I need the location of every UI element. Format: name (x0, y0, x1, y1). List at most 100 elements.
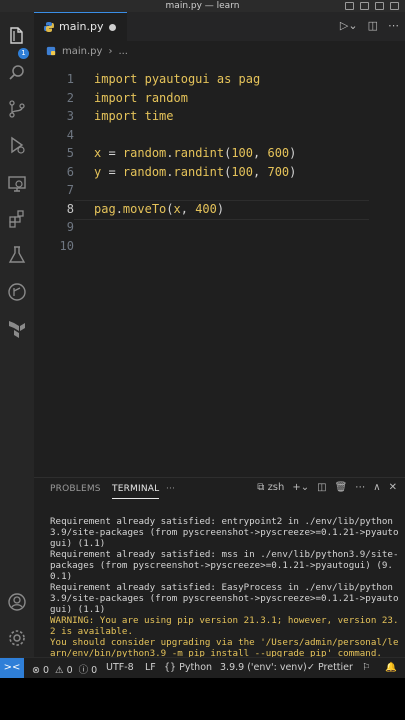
window-title: main.py — learn (165, 1, 240, 11)
check-double-icon: ✓ (307, 662, 315, 673)
python-file-icon (44, 22, 54, 32)
terminal-line: Requirement already satisfied: mss in ./… (50, 549, 399, 582)
activity-bar: 1 (0, 12, 34, 657)
line-text: x = random.randint(100, 600) (94, 146, 297, 160)
notifications-icon[interactable]: 🔔 (385, 662, 397, 673)
settings-gear-icon[interactable] (7, 628, 27, 648)
account-icon[interactable] (7, 592, 27, 612)
line-text: import pyautogui as pag (94, 72, 261, 86)
code-line[interactable]: 8 pag.moveTo(x, 400) (34, 200, 405, 219)
code-line[interactable]: 1 import pyautogui as pag (34, 70, 405, 89)
problems-status[interactable]: ⊗ 0 ⚠ 0 ⓘ 0 (32, 662, 97, 676)
shell-name: zsh (267, 482, 285, 493)
toggle-sidebar-icon[interactable] (345, 2, 354, 10)
line-number: 3 (66, 109, 74, 123)
vscode-window: main.py — learn 1 main.py ▷⌄ ◫ ⋯ main.py… (0, 0, 405, 677)
search-icon[interactable] (7, 63, 27, 83)
code-line[interactable]: 5 x = random.randint(100, 600) (34, 144, 405, 163)
run-python-file-icon[interactable]: ▷⌄ (340, 19, 358, 32)
line-number: 6 (66, 164, 74, 179)
editor-actions: ▷⌄ ◫ ⋯ (340, 19, 399, 32)
panel-tabs: PROBLEMS TERMINAL ··· ⧉ zsh +⌄ ◫ 🗑 ⋯ ∧ ✕ (34, 478, 405, 500)
line-number: 1 (66, 72, 74, 86)
terminal-line: Requirement already satisfied: entrypoin… (50, 516, 399, 549)
testing-icon[interactable] (7, 245, 27, 265)
warning-count: 0 (66, 665, 73, 676)
code-line[interactable]: 4 (34, 126, 405, 145)
extensions-icon[interactable] (7, 209, 27, 229)
info-icon: ⓘ (78, 665, 89, 676)
editor-tabs: main.py ▷⌄ ◫ ⋯ (34, 12, 405, 41)
tab-label: main.py (59, 20, 104, 33)
line-text: import time (94, 109, 174, 123)
line-number: 9 (66, 220, 74, 234)
line-number: 10 (59, 238, 74, 253)
code-line[interactable]: 7 (34, 181, 405, 200)
maximize-panel-icon[interactable]: ∧ (373, 482, 380, 493)
info-count: 0 (91, 665, 98, 676)
unsaved-dot-icon[interactable] (109, 24, 116, 31)
remote-indicator-icon[interactable]: >< (0, 658, 24, 678)
line-text: y = random.randint(100, 700) (94, 164, 297, 179)
line-number: 4 (66, 127, 74, 142)
terminal-line: WARNING: You are using pip version 21.3.… (50, 615, 399, 637)
tab-main-py[interactable]: main.py (34, 12, 127, 41)
prettier-label: Prettier (317, 662, 353, 673)
editor-area: main.py ▷⌄ ◫ ⋯ main.py › ... 1 import pya… (34, 12, 405, 477)
title-bar: main.py — learn (0, 0, 405, 12)
remote-explorer-icon[interactable] (7, 174, 27, 194)
bottom-panel: PROBLEMS TERMINAL ··· ⧉ zsh +⌄ ◫ 🗑 ⋯ ∧ ✕… (34, 477, 405, 677)
code-line[interactable]: 10 (34, 237, 405, 256)
split-terminal-icon[interactable]: ◫ (317, 482, 326, 493)
line-text: import random (94, 90, 188, 105)
code-line[interactable]: 6 y = random.randint(100, 700) (34, 163, 405, 182)
terminal-shell-icon[interactable]: ⧉ zsh (257, 482, 284, 493)
python-file-icon (46, 46, 56, 56)
tab-more[interactable]: ··· (166, 484, 175, 494)
language-status[interactable]: {} Python (164, 662, 212, 673)
code-line[interactable]: 2 import random (34, 89, 405, 108)
toggle-panel-icon[interactable] (360, 2, 369, 10)
terraform-icon[interactable] (7, 319, 27, 339)
explorer-icon[interactable] (7, 26, 27, 46)
line-text: pag.moveTo(x, 400) (94, 201, 225, 216)
error-count: 0 (42, 665, 50, 676)
feedback-icon[interactable]: ⚐ (362, 662, 371, 673)
line-number: 8 (66, 201, 74, 216)
explorer-badge: 1 (18, 48, 29, 59)
terminal-output[interactable]: Requirement already satisfied: entrypoin… (50, 516, 401, 677)
tab-terminal[interactable]: TERMINAL (112, 484, 160, 499)
line-number: 2 (66, 90, 74, 105)
interpreter-status[interactable]: 3.9.9 ('env': venv) (220, 662, 307, 673)
code-line[interactable]: 3 import time (34, 107, 405, 126)
more-icon[interactable]: ⋯ (355, 482, 365, 493)
eol-status[interactable]: LF (145, 662, 156, 673)
tab-problems[interactable]: PROBLEMS (50, 484, 101, 494)
run-debug-icon[interactable] (7, 135, 27, 155)
kill-terminal-icon[interactable]: 🗑 (335, 482, 348, 493)
breadcrumb-more[interactable]: ... (118, 46, 128, 57)
more-actions-icon[interactable]: ⋯ (388, 19, 399, 32)
breadcrumb-file[interactable]: main.py (62, 46, 102, 57)
git-graph-icon[interactable] (7, 282, 27, 302)
status-bar: >< ⊗ 0 ⚠ 0 ⓘ 0 UTF-8 LF {} Python 3.9.9 ('en… (0, 657, 405, 678)
split-editor-icon[interactable]: ◫ (368, 19, 378, 32)
customize-layout-icon[interactable] (390, 2, 399, 10)
line-number: 7 (66, 183, 74, 197)
encoding-status[interactable]: UTF-8 (106, 662, 134, 673)
code-line[interactable]: 9 (34, 218, 405, 237)
toggle-secondary-sidebar-icon[interactable] (375, 2, 384, 10)
breadcrumb-separator-icon: › (108, 45, 113, 57)
source-control-icon[interactable] (7, 99, 27, 119)
terminal-line: Requirement already satisfied: EasyProce… (50, 582, 399, 615)
braces-icon: {} (164, 662, 177, 673)
prettier-status[interactable]: ✓ Prettier (307, 662, 353, 673)
breadcrumb: main.py › ... (46, 44, 128, 58)
line-number: 5 (66, 146, 74, 160)
new-terminal-icon[interactable]: +⌄ (292, 482, 309, 493)
panel-actions: ⧉ zsh +⌄ ◫ 🗑 ⋯ ∧ ✕ (257, 482, 397, 493)
layout-controls (345, 0, 399, 12)
warning-icon: ⚠ (55, 665, 64, 676)
close-panel-icon[interactable]: ✕ (389, 482, 397, 493)
terminal-line: You should consider upgrading via the '/… (50, 637, 399, 659)
